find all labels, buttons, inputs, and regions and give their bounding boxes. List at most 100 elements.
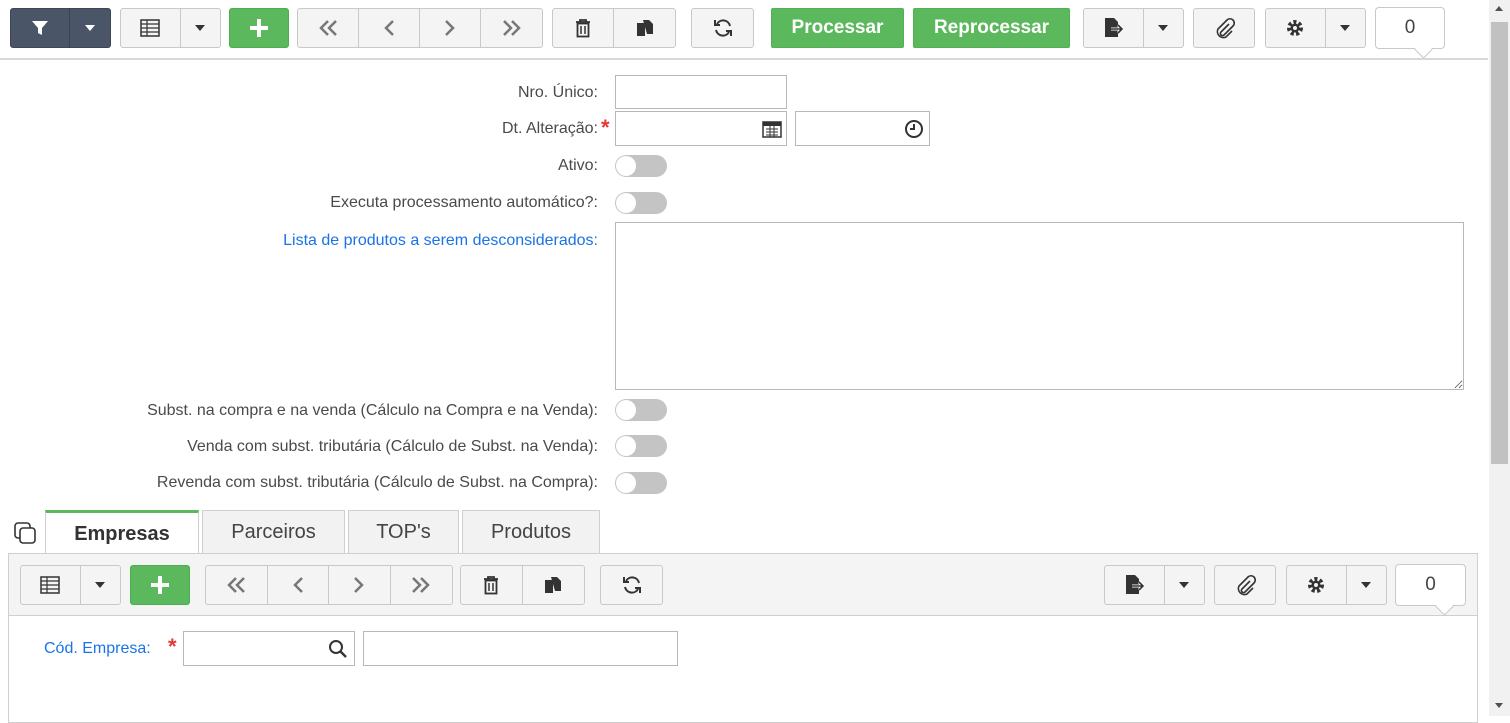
chevron-down-icon xyxy=(1361,582,1372,588)
chevron-down-icon xyxy=(1179,582,1190,588)
refresh-icon xyxy=(713,19,732,37)
chevron-right-icon xyxy=(445,20,455,36)
filter-dropdown-button[interactable] xyxy=(70,9,110,47)
subst-compra-venda-label: Subst. na compra e na venda (Cálculo na … xyxy=(147,402,598,419)
duplicate-button[interactable] xyxy=(614,9,675,47)
next-record-button[interactable] xyxy=(420,9,481,47)
chevron-left-icon xyxy=(384,20,394,36)
detail-grid-view-button[interactable] xyxy=(21,566,81,604)
detail-record-counter[interactable]: 0 xyxy=(1395,564,1466,606)
chevron-down-icon xyxy=(85,25,96,31)
detail-grid-dropdown-button[interactable] xyxy=(81,566,120,604)
double-chevron-right-icon xyxy=(502,20,521,36)
processar-button[interactable]: Processar xyxy=(771,8,904,48)
export-file-icon xyxy=(1126,575,1145,594)
copy-icon xyxy=(636,20,653,36)
reprocessar-button[interactable]: Reprocessar xyxy=(913,8,1070,48)
detail-settings-dropdown-button[interactable] xyxy=(1347,566,1386,604)
detail-refresh-button[interactable] xyxy=(600,565,663,605)
executa-processamento-toggle[interactable] xyxy=(615,192,667,214)
executa-processamento-label: Executa processamento automático?: xyxy=(330,194,598,211)
last-record-button[interactable] xyxy=(481,9,542,47)
detail-attachment-button[interactable] xyxy=(1214,565,1276,605)
lista-produtos-textarea[interactable] xyxy=(615,222,1464,390)
detail-last-record-button[interactable] xyxy=(391,566,453,604)
ativo-label: Ativo: xyxy=(557,157,598,174)
export-button[interactable] xyxy=(1084,9,1144,47)
calendar-icon[interactable] xyxy=(762,120,782,138)
refresh-icon xyxy=(622,576,641,594)
detail-edit-button-group xyxy=(460,565,585,605)
detail-next-record-button[interactable] xyxy=(329,566,391,604)
venda-subst-toggle[interactable] xyxy=(615,435,667,457)
search-icon[interactable] xyxy=(328,639,348,659)
settings-button-group xyxy=(1265,8,1366,48)
cod-empresa-label[interactable]: Cód. Empresa: xyxy=(44,640,151,658)
tab-parceiros[interactable]: Parceiros xyxy=(202,510,345,554)
first-record-button[interactable] xyxy=(298,9,359,47)
plus-icon xyxy=(250,19,268,37)
subst-compra-venda-toggle[interactable] xyxy=(615,399,667,421)
detail-settings-button[interactable] xyxy=(1287,566,1347,604)
dt-alteracao-time-field[interactable] xyxy=(795,111,930,146)
refresh-button[interactable] xyxy=(691,8,754,48)
export-file-icon xyxy=(1105,18,1124,37)
chevron-down-icon xyxy=(95,582,106,588)
settings-button[interactable] xyxy=(1266,9,1326,47)
vertical-scrollbar[interactable] xyxy=(1489,0,1510,716)
detail-settings-button-group xyxy=(1286,565,1387,605)
scrollbar-thumb[interactable] xyxy=(1491,22,1508,464)
tab-produtos[interactable]: Produtos xyxy=(462,510,600,554)
previous-record-button[interactable] xyxy=(359,9,420,47)
tab-empresas[interactable]: Empresas xyxy=(45,510,199,556)
trash-icon xyxy=(576,19,590,38)
grid-view-button[interactable] xyxy=(121,9,181,47)
settings-dropdown-button[interactable] xyxy=(1326,9,1365,47)
tab-tops[interactable]: TOP's xyxy=(348,510,459,554)
nro-unico-field[interactable] xyxy=(615,75,787,109)
double-chevron-left-icon xyxy=(319,20,337,36)
copy-icon xyxy=(545,577,562,593)
filter-button-group xyxy=(10,8,111,48)
double-chevron-right-icon xyxy=(412,577,431,593)
scroll-up-arrow[interactable] xyxy=(1495,6,1503,11)
detail-export-dropdown-button[interactable] xyxy=(1165,566,1204,604)
empresa-nome-field xyxy=(363,631,678,666)
add-button[interactable] xyxy=(229,8,289,48)
grid-dropdown-button[interactable] xyxy=(181,9,220,47)
lista-produtos-label[interactable]: Lista de produtos a serem desconsiderado… xyxy=(283,232,598,250)
detail-delete-button[interactable] xyxy=(461,566,523,604)
gear-icon xyxy=(1287,20,1304,36)
revenda-subst-toggle[interactable] xyxy=(615,472,667,494)
ativo-toggle[interactable] xyxy=(615,155,667,177)
double-chevron-left-icon xyxy=(227,577,246,593)
required-marker: * xyxy=(601,115,610,140)
detail-duplicate-button[interactable] xyxy=(523,566,585,604)
attachment-button[interactable] xyxy=(1193,8,1255,48)
detail-export-button[interactable] xyxy=(1105,566,1165,604)
navigation-button-group xyxy=(297,8,543,48)
dt-alteracao-date-field[interactable] xyxy=(615,111,787,146)
table-icon xyxy=(40,576,61,594)
record-counter[interactable]: 0 xyxy=(1375,7,1445,49)
required-marker: * xyxy=(168,634,177,659)
detail-first-record-button[interactable] xyxy=(206,566,268,604)
scroll-down-arrow[interactable] xyxy=(1495,703,1503,708)
grid-button-group xyxy=(120,8,221,48)
paperclip-icon xyxy=(1237,574,1256,596)
chevron-right-icon xyxy=(354,577,365,593)
filter-button[interactable] xyxy=(11,9,71,47)
cod-empresa-field[interactable] xyxy=(183,631,355,666)
plus-icon xyxy=(151,576,169,594)
delete-button[interactable] xyxy=(553,9,615,47)
chevron-down-icon xyxy=(1340,25,1351,31)
detail-previous-record-button[interactable] xyxy=(268,566,329,604)
detail-navigation-button-group xyxy=(205,565,453,605)
chevron-down-icon xyxy=(195,25,206,31)
chevron-left-icon xyxy=(292,577,303,593)
detail-add-button[interactable] xyxy=(130,565,190,605)
export-dropdown-button[interactable] xyxy=(1144,9,1183,47)
multi-window-icon[interactable] xyxy=(13,521,37,545)
clock-icon[interactable] xyxy=(904,119,924,139)
detail-grid-button-group xyxy=(20,565,121,605)
